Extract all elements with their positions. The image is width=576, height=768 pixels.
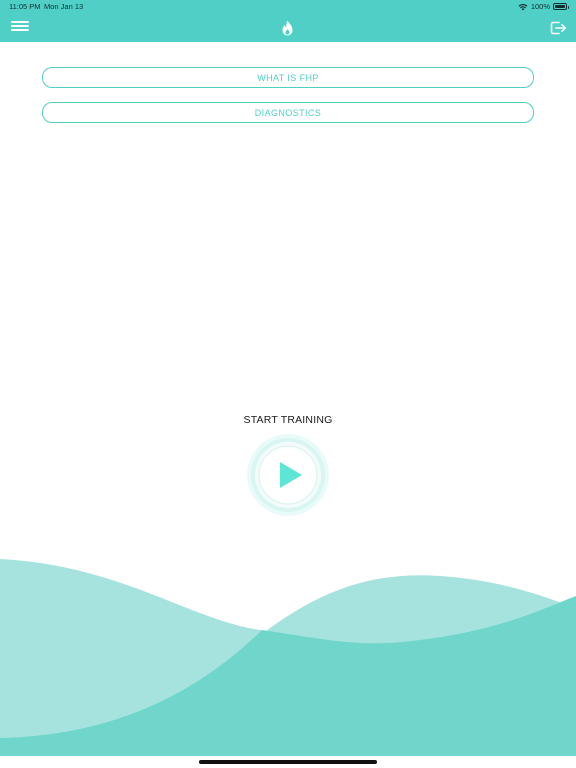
diagnostics-button[interactable]: DIAGNOSTICS [42,102,534,123]
home-indicator [199,760,377,764]
top-navigation-bar: 11:05 PM Mon Jan 13 100% [0,0,576,42]
what-is-fhp-button[interactable]: WHAT IS FHP [42,67,534,88]
start-training-label: START TRAINING [243,414,333,426]
status-time: 11:05 PM [9,2,41,11]
battery-icon [553,3,569,10]
status-date: Mon Jan 13 [44,2,84,11]
status-right: 100% [518,2,569,11]
start-training-play-button[interactable] [246,433,330,517]
logout-icon[interactable] [549,19,567,37]
status-bar: 11:05 PM Mon Jan 13 100% [0,0,576,14]
decorative-waves [0,559,576,756]
flame-icon [282,20,293,36]
hamburger-menu-icon[interactable] [11,21,29,33]
wifi-icon [518,3,528,10]
battery-percent: 100% [530,2,550,11]
